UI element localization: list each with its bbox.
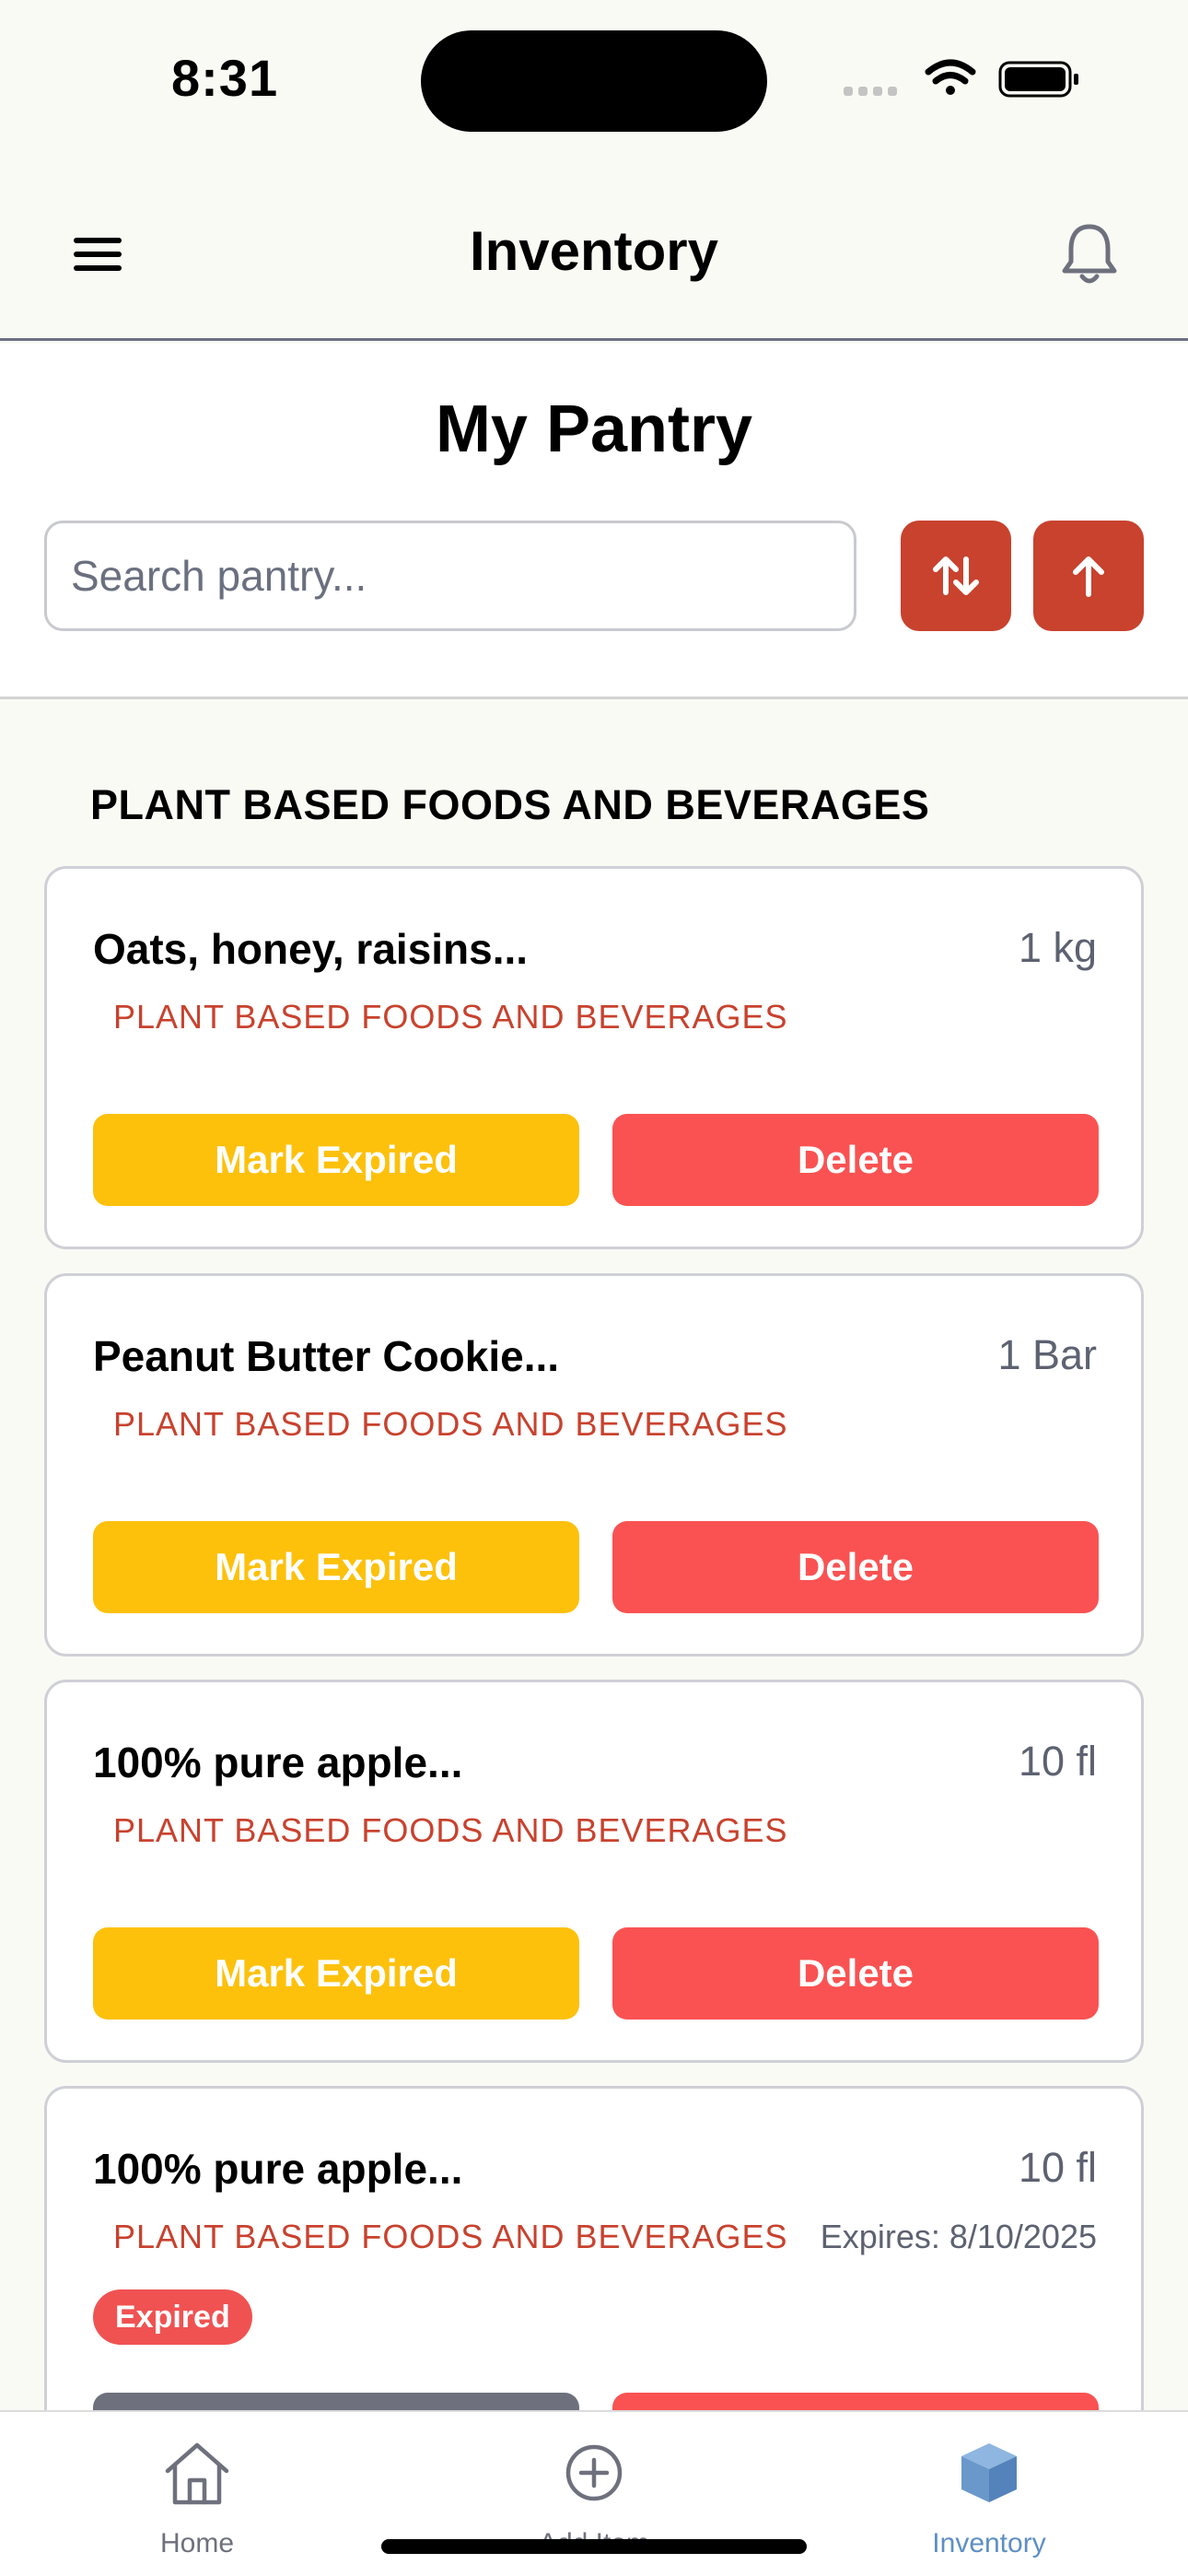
item-name: Peanut Butter Cookie... (93, 1332, 560, 1380)
home-indicator[interactable] (381, 2539, 807, 2554)
dynamic-island (421, 30, 767, 132)
pantry-item-card: Oats, honey, raisins... 1 kg PLANT BASED… (44, 866, 1144, 1249)
tab-label: Inventory (932, 2528, 1046, 2558)
item-expiry-date: Expires: 8/10/2025 (820, 2218, 1097, 2255)
delete-button[interactable]: Delete (612, 1927, 1099, 2020)
status-bar: 8:31 (0, 0, 1188, 166)
item-name: 100% pure apple... (93, 1739, 463, 1786)
item-category: PLANT BASED FOODS AND BEVERAGES (113, 1405, 788, 1443)
page-title: My Pantry (435, 392, 753, 466)
item-quantity: 10 fl (1018, 1738, 1097, 1785)
tab-home[interactable]: Home (59, 2412, 335, 2576)
page-top: My Pantry (0, 344, 1188, 699)
mark-expired-button[interactable]: Mark Expired (93, 1521, 579, 1613)
sort-direction-button[interactable] (1033, 521, 1144, 631)
item-category: PLANT BASED FOODS AND BEVERAGES (113, 1811, 788, 1849)
wifi-icon (925, 59, 976, 95)
mark-expired-button[interactable]: Mark Expired (93, 1927, 579, 2020)
nav-title: Inventory (469, 220, 719, 282)
item-name: Oats, honey, raisins... (93, 925, 529, 973)
item-category: PLANT BASED FOODS AND BEVERAGES (113, 2218, 788, 2255)
item-quantity: 1 Bar (997, 1331, 1097, 1378)
item-category: PLANT BASED FOODS AND BEVERAGES (113, 998, 788, 1036)
home-icon (165, 2442, 229, 2505)
bell-icon (1062, 224, 1117, 284)
signal-icon (844, 87, 897, 96)
item-name: 100% pure apple... (93, 2145, 463, 2193)
nav-header: Inventory (0, 166, 1188, 341)
tab-inventory[interactable]: Inventory (851, 2412, 1127, 2576)
plus-circle-icon (565, 2444, 623, 2501)
cube-icon (961, 2443, 1017, 2502)
search-input[interactable] (44, 521, 856, 631)
tab-label: Home (159, 2528, 235, 2558)
pantry-item-card: Peanut Butter Cookie... 1 Bar PLANT BASE… (44, 1273, 1144, 1657)
status-icons (844, 59, 1078, 98)
item-quantity: 10 fl (1018, 2144, 1097, 2191)
pantry-item-card: 100% pure apple... 10 fl PLANT BASED FOO… (44, 1680, 1144, 2063)
item-quantity: 1 kg (1018, 924, 1097, 971)
notifications-button[interactable] (1059, 217, 1120, 291)
battery-icon (998, 61, 1078, 98)
mark-expired-button[interactable]: Mark Expired (93, 1114, 579, 1206)
delete-button[interactable]: Delete (612, 1114, 1099, 1206)
sort-button[interactable] (901, 521, 1011, 631)
arrow-up-icon (1073, 556, 1104, 597)
section-heading: PLANT BASED FOODS AND BEVERAGES (90, 781, 930, 828)
delete-button[interactable]: Delete (612, 1521, 1099, 1613)
status-time: 8:31 (171, 49, 279, 107)
sort-arrows-icon (933, 556, 979, 595)
expired-badge: Expired (93, 2289, 252, 2345)
